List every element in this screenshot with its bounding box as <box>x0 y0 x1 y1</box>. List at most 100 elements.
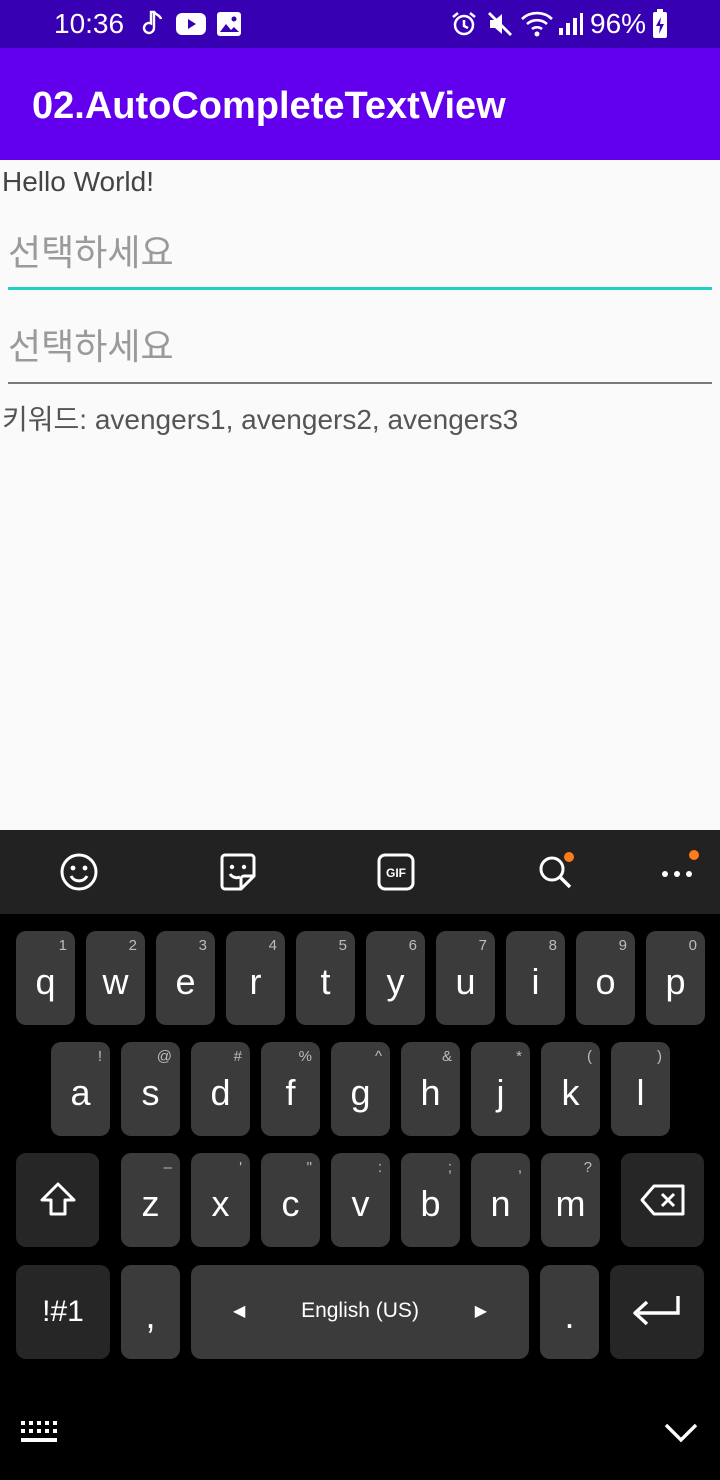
autocomplete-input-2[interactable] <box>8 318 712 376</box>
space-key[interactable]: ◀ English (US) ▶ <box>191 1265 529 1359</box>
key-d[interactable]: # d <box>191 1042 250 1136</box>
key-label: b <box>420 1183 441 1224</box>
key-secondary-label: : <box>377 1159 382 1176</box>
key-secondary-label: * <box>516 1048 522 1065</box>
key-a[interactable]: ! a <box>51 1042 110 1136</box>
key-secondary-label: 0 <box>688 937 697 954</box>
key-secondary-label: 1 <box>58 937 67 954</box>
field-underline-focused <box>8 287 712 290</box>
key-label: v <box>351 1183 370 1224</box>
field-underline <box>8 382 712 384</box>
key-label: x <box>211 1183 230 1224</box>
key-secondary-label: " <box>306 1159 312 1176</box>
music-note-icon <box>142 10 163 35</box>
search-notification-dot <box>564 852 574 862</box>
key-secondary-label: 5 <box>338 937 347 954</box>
key-label: u <box>455 961 476 1002</box>
key-w[interactable]: 2w <box>86 931 145 1025</box>
key-i[interactable]: 8i <box>506 931 565 1025</box>
key-o[interactable]: 9o <box>576 931 635 1025</box>
key-k[interactable]: (k <box>541 1042 600 1136</box>
shift-key[interactable] <box>16 1153 99 1247</box>
key-secondary-label: , <box>517 1159 522 1176</box>
period-key-label: . <box>564 1295 575 1336</box>
comma-key[interactable]: , <box>121 1265 180 1359</box>
key-q[interactable]: 1q <box>16 931 75 1025</box>
key-v[interactable]: :v <box>331 1153 390 1247</box>
key-secondary-label: ; <box>447 1159 452 1176</box>
autocomplete-field-2[interactable] <box>8 318 712 384</box>
key-secondary-label: 9 <box>618 937 627 954</box>
backspace-key[interactable] <box>621 1153 704 1247</box>
key-secondary-label: & <box>441 1048 452 1065</box>
key-label: n <box>490 1183 511 1224</box>
key-p[interactable]: 0p <box>646 931 705 1025</box>
signal-icon <box>559 13 583 35</box>
svg-text:GIF: GIF <box>386 866 406 880</box>
gif-icon[interactable]: GIF <box>376 852 416 892</box>
key-u[interactable]: 7u <box>436 931 495 1025</box>
comma-key-label: , <box>145 1295 156 1336</box>
emoji-icon[interactable] <box>59 852 99 892</box>
key-n[interactable]: ,n <box>471 1153 530 1247</box>
key-h[interactable]: & h <box>401 1042 460 1136</box>
keyboard-switch-icon[interactable] <box>20 1420 62 1446</box>
key-secondary-label: ( <box>587 1048 592 1065</box>
navigation-bar <box>0 1380 720 1480</box>
more-notification-dot <box>689 850 699 860</box>
hide-keyboard-icon[interactable] <box>664 1422 698 1444</box>
key-label: d <box>210 1072 231 1113</box>
key-secondary-label: ! <box>97 1048 102 1065</box>
key-label: j <box>496 1072 505 1113</box>
key-secondary-label: 6 <box>408 937 417 954</box>
battery-icon <box>653 9 667 38</box>
key-secondary-label: % <box>298 1048 312 1065</box>
key-label: z <box>141 1183 160 1224</box>
key-label: e <box>175 961 196 1002</box>
key-secondary-label: 2 <box>128 937 137 954</box>
mute-icon <box>488 12 512 36</box>
key-secondary-label: 3 <box>198 937 207 954</box>
key-l[interactable]: ) l <box>611 1042 670 1136</box>
key-m[interactable]: ? m <box>541 1153 600 1247</box>
enter-key[interactable] <box>610 1265 704 1359</box>
alarm-icon <box>452 12 476 36</box>
key-s[interactable]: @ s <box>121 1042 180 1136</box>
key-secondary-label: ? <box>583 1159 592 1176</box>
key-r[interactable]: 4r <box>226 931 285 1025</box>
key-label: a <box>70 1072 91 1113</box>
key-y[interactable]: 6y <box>366 931 425 1025</box>
youtube-icon <box>176 13 206 35</box>
key-label: l <box>636 1072 645 1113</box>
key-secondary-label: – <box>163 1159 172 1176</box>
key-c[interactable]: " c <box>261 1153 320 1247</box>
key-secondary-label: ) <box>657 1048 662 1065</box>
autocomplete-field-1[interactable] <box>8 224 712 290</box>
hello-text: Hello World! <box>2 166 154 197</box>
key-f[interactable]: % f <box>261 1042 320 1136</box>
app-bar: 02.AutoCompleteTextView <box>0 48 720 160</box>
symbols-key[interactable]: !#1 <box>16 1265 110 1359</box>
key-t[interactable]: 5t <box>296 931 355 1025</box>
key-label: i <box>531 961 540 1002</box>
key-g[interactable]: ^ g <box>331 1042 390 1136</box>
key-e[interactable]: 3e <box>156 931 215 1025</box>
key-b[interactable]: ; b <box>401 1153 460 1247</box>
sticker-icon[interactable] <box>218 852 258 892</box>
autocomplete-input-1[interactable] <box>8 224 712 282</box>
right-arrow-icon: ▶ <box>474 1303 487 1320</box>
status-bar: 10:36 96% <box>0 0 720 48</box>
key-x[interactable]: ' x <box>191 1153 250 1247</box>
key-j[interactable]: * j <box>471 1042 530 1136</box>
status-time: 10:36 <box>54 8 125 39</box>
key-z[interactable]: – z <box>121 1153 180 1247</box>
shift-icon <box>40 1182 76 1216</box>
key-label: q <box>35 961 56 1002</box>
period-key[interactable]: . <box>540 1265 599 1359</box>
key-secondary-label: @ <box>156 1048 172 1065</box>
key-label: h <box>420 1072 441 1113</box>
key-secondary-label: # <box>233 1048 242 1065</box>
main-content: Hello World! 키워드: avengers1, avengers2, … <box>0 160 720 830</box>
keyboard-toolbar: GIF <box>0 830 720 914</box>
symbols-key-label: !#1 <box>42 1295 84 1328</box>
